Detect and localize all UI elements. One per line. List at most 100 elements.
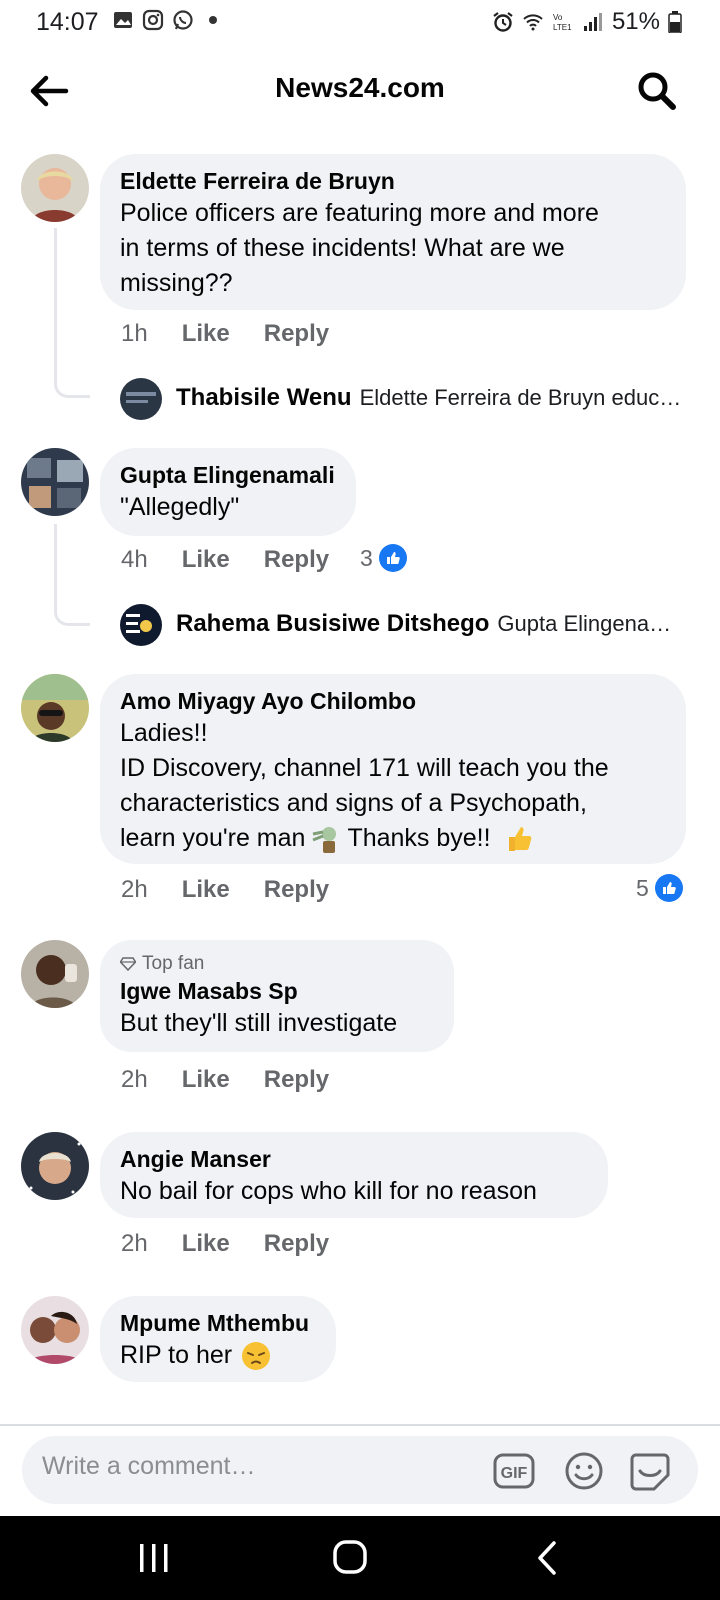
comment-bubble[interactable]: Angie Manser No bail for cops who kill f… [100,1132,608,1218]
comment-actions: 4h Like Reply [121,546,329,574]
top-fan-badge: Top fan [120,952,434,976]
avatar[interactable] [21,674,89,742]
composer-divider [0,1424,720,1426]
search-icon[interactable] [634,68,680,114]
battery-icon [668,11,682,33]
comment-bubble[interactable]: Top fan Igwe Masabs Sp But they'll still… [100,940,454,1052]
reply-author[interactable]: Thabisile Wenu [176,384,352,412]
comment-time: 2h [121,876,148,903]
comment-actions: 2h Like Reply [121,876,329,904]
avatar[interactable] [21,154,89,222]
reaction-summary[interactable]: 3 [360,544,407,572]
reply-preview-text: Gupta Elingenama… [497,611,686,636]
like-button[interactable]: Like [182,876,230,904]
reply-button[interactable]: Reply [264,876,329,904]
reply-author[interactable]: Rahema Busisiwe Ditshego [176,610,489,638]
comment-text-fragment: learn you're man [120,824,306,852]
app-header: News24.com [0,46,720,134]
comment-author[interactable]: Mpume Mthembu [120,1308,316,1338]
thread-line [54,524,90,626]
like-button[interactable]: Like [182,1230,230,1258]
status-time: 14:07 [36,8,99,36]
diamond-icon [120,957,136,971]
reply-button[interactable]: Reply [264,320,329,348]
comment-actions: 1h Like Reply [121,320,329,348]
wifi-icon [523,14,543,31]
comment-author[interactable]: Gupta Elingenamali [120,460,336,490]
comment-actions: 2h Like Reply [121,1230,329,1258]
signal-icon [583,13,602,31]
comment-time: 4h [121,546,148,573]
comment-text-line: Police officers are featuring more and m… [120,199,599,227]
comment-author[interactable]: Amo Miyagy Ayo Chilombo [120,686,666,716]
gif-label: GIF [501,1465,528,1482]
comment-text-line: ID Discovery, channel 171 will teach you… [120,754,609,782]
avatar[interactable] [21,1296,89,1364]
thumbs-up-emoji-icon [508,826,531,851]
pensive-face-emoji-icon [242,1341,271,1370]
comment-text-line: But they'll still investigate [120,1009,398,1037]
comment-text-line: "Allegedly" [120,493,240,521]
reply-button[interactable]: Reply [264,1066,329,1094]
reply-button[interactable]: Reply [264,546,329,574]
comment-text-fragment: RIP to her [120,1341,233,1369]
reply-button[interactable]: Reply [264,1230,329,1258]
comment-text-line: Ladies!! [120,719,208,747]
instagram-icon [142,9,164,31]
reply-avatar[interactable] [120,378,162,420]
reply-preview-row[interactable]: Thabisile Wenu Eldette Ferreira de Bruyn… [176,384,686,412]
comment-bubble[interactable]: Amo Miyagy Ayo Chilombo Ladies!! ID Disc… [100,674,686,864]
reply-preview-row[interactable]: Rahema Busisiwe Ditshego Gupta Elingenam… [176,610,686,638]
like-reaction-icon [654,874,683,902]
comment-text-line: No bail for cops who kill for no reason [120,1177,537,1205]
dot-icon [209,16,217,24]
comment-time: 1h [121,320,148,347]
gif-icon[interactable]: GIF [492,1449,536,1493]
back-nav-icon[interactable] [526,1540,570,1576]
comment-composer: GIF [22,1436,698,1504]
home-icon[interactable] [328,1540,372,1576]
comment-list: Eldette Ferreira de Bruyn Police officer… [0,134,720,1424]
reaction-count: 5 [636,874,649,901]
status-bar: 14:07 Vo LTE1 51% [0,0,720,46]
comment-text-line: missing?? [120,269,233,297]
comment-actions: 2h Like Reply [121,1066,329,1094]
reply-avatar[interactable] [120,604,162,646]
recent-apps-icon[interactable] [132,1540,176,1576]
emoji-icon[interactable] [562,1449,606,1493]
comment-text-fragment: Thanks bye!! [347,824,491,852]
thread-line [54,228,90,398]
like-button[interactable]: Like [182,546,230,574]
comment-author[interactable]: Igwe Masabs Sp [120,976,434,1006]
comment-text-line: learn you're man Thanks bye!! [120,821,666,856]
comment-author[interactable]: Eldette Ferreira de Bruyn [120,166,666,196]
page-title: News24.com [275,72,445,103]
comment-text-line: characteristics and signs of a Psychopat… [120,789,587,817]
svg-text:Vo: Vo [553,13,563,22]
comment-text-line: RIP to her [120,1338,316,1373]
comment-bubble[interactable]: Eldette Ferreira de Bruyn Police officer… [100,154,686,310]
notification-icons [112,9,224,31]
top-fan-label: Top fan [142,953,205,974]
gallery-icon [114,12,132,28]
comment-bubble[interactable]: Mpume Mthembu RIP to her [100,1296,336,1382]
comment-time: 2h [121,1066,148,1093]
comment-author[interactable]: Angie Manser [120,1144,588,1174]
sticker-icon[interactable] [628,1449,672,1493]
like-reaction-icon [378,544,407,572]
reply-preview-text: Eldette Ferreira de Bruyn educa… [359,385,686,410]
like-button[interactable]: Like [182,320,230,348]
comment-bubble[interactable]: Gupta Elingenamali "Allegedly" [100,448,356,536]
whatsapp-icon [173,10,193,30]
reaction-summary[interactable]: 5 [636,874,683,902]
avatar[interactable] [21,1132,89,1200]
svg-text:LTE1: LTE1 [553,23,572,32]
comment-input[interactable] [42,1452,462,1481]
avatar[interactable] [21,448,89,516]
alarm-icon [493,12,513,32]
like-button[interactable]: Like [182,1066,230,1094]
avatar[interactable] [21,940,89,1008]
battery-percent: 51% [611,8,660,35]
zombie-emoji-icon [312,826,337,853]
system-icons: Vo LTE1 51% [492,8,682,36]
